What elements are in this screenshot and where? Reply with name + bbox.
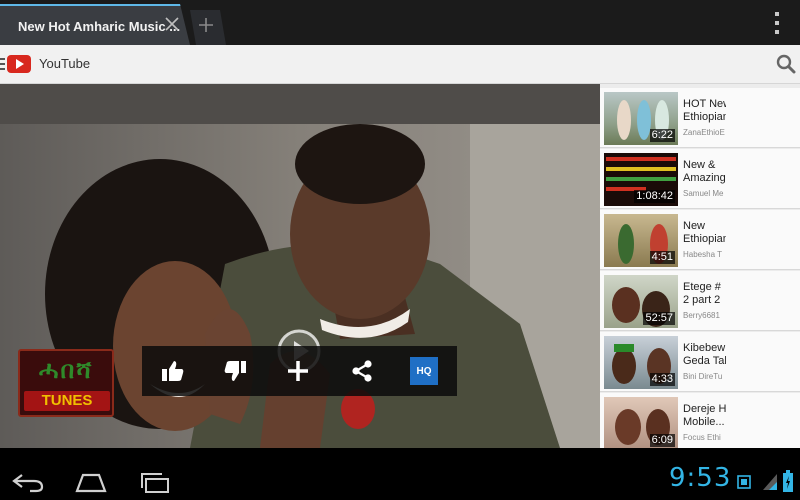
system-nav-bar: 9:53 [0,461,800,500]
video-title: HOT NewEthiopian [683,98,726,123]
video-duration: 4:51 [649,251,675,264]
add-to-playlist-button[interactable] [270,346,326,396]
back-icon[interactable] [10,471,46,493]
app-root: New Hot Amharic Music ... YouTube ሓበሻ TU… [0,0,800,500]
search-icon[interactable] [776,54,796,74]
menu-icon[interactable] [0,58,6,70]
video-title: Kibebew Geda Tall [683,342,726,367]
thumbs-up-icon [162,361,184,381]
video-duration: 52:57 [643,312,675,325]
video-thumbnail: 4:51 [604,214,678,267]
video-author: Samuel Me [683,189,724,198]
home-icon[interactable] [73,471,109,493]
related-video-item[interactable]: 6:22 HOT NewEthiopian ZanaEthioE [600,88,800,148]
battery-icon [783,470,793,492]
share-icon [352,360,372,382]
video-author: Habesha T [683,250,722,259]
related-videos-list: 6:22 HOT NewEthiopian ZanaEthioE 1:08:42… [600,84,800,448]
share-button[interactable] [334,346,390,396]
notification-icon [737,475,751,489]
related-video-item[interactable]: 4:51 New Ethiopian Habesha T [600,210,800,270]
video-thumbnail: 52:57 [604,275,678,328]
related-video-item[interactable]: 6:09 Dereje HaMobile... Focus Ethi [600,393,800,448]
video-author: Berry6681 [683,311,720,320]
video-author: ZanaEthioE [683,128,725,137]
wifi-icon [763,474,777,490]
tab-title: New Hot Amharic Music ... [18,19,181,34]
dislike-button[interactable] [207,346,263,396]
related-video-item[interactable]: 4:33 Kibebew Geda Tall Bini DireTu [600,332,800,392]
video-thumbnail: 6:09 [604,397,678,448]
recents-icon[interactable] [138,471,174,493]
like-button[interactable] [145,346,201,396]
overflow-menu-icon[interactable] [772,12,782,34]
video-thumbnail: 6:22 [604,92,678,145]
video-duration: 6:22 [649,129,675,142]
app-title: YouTube [39,56,91,71]
video-thumbnail: 1:08:42 [604,153,678,206]
video-player[interactable]: ሓበሻ TUNES HQ [0,84,600,448]
channel-logo-subtext: TUNES [24,391,110,411]
related-video-item[interactable]: 1:08:42 New & Amazing. Samuel Me [600,149,800,209]
browser-tab[interactable]: New Hot Amharic Music ... [0,4,190,45]
channel-logo-text: ሓበሻ [38,357,94,384]
video-title: New Ethiopian [683,220,726,245]
video-thumbnail: 4:33 [604,336,678,389]
video-title: Dereje HaMobile... [683,403,726,428]
related-video-item[interactable]: 52:57 Etege #2 part 2 Berry6681 [600,271,800,331]
channel-logo: ሓበሻ TUNES [18,349,114,417]
browser-tab-strip: New Hot Amharic Music ... [0,0,800,45]
divider [0,448,800,461]
hq-button[interactable]: HQ [396,346,452,396]
video-title: Etege #2 part 2 [683,281,721,306]
video-duration: 6:09 [649,434,675,447]
video-title: New & Amazing. [683,159,726,184]
plus-icon [288,361,308,381]
thumbs-down-icon [224,361,246,381]
video-author: Focus Ethi [683,433,721,442]
status-clock: 9:53 [669,463,732,493]
player-controls: HQ [142,346,457,396]
close-icon[interactable] [163,15,181,33]
youtube-logo-icon[interactable] [7,55,31,73]
youtube-header: YouTube [0,45,800,84]
video-author: Bini DireTu [683,372,723,381]
plus-icon[interactable] [198,17,214,33]
video-duration: 1:08:42 [634,190,675,203]
hq-label: HQ [410,357,438,385]
video-duration: 4:33 [649,373,675,386]
